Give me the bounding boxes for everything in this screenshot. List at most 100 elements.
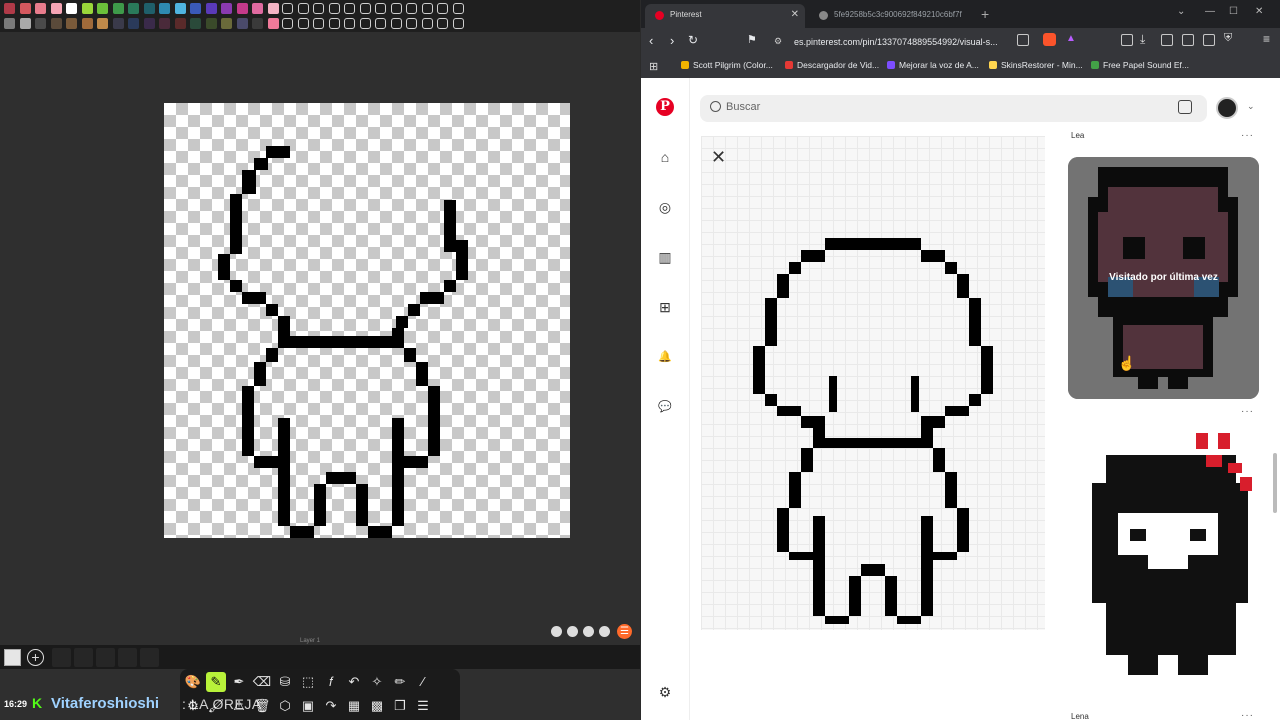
empty-swatch[interactable] bbox=[390, 3, 402, 14]
empty-swatch[interactable] bbox=[375, 18, 386, 29]
palette-swatch[interactable] bbox=[19, 3, 31, 14]
create-icon[interactable]: ⊞ bbox=[656, 298, 674, 316]
bookmark-item[interactable]: Scott Pilgrim (Color... bbox=[681, 60, 773, 70]
bookmark-item[interactable]: SkinsRestorer - Min... bbox=[989, 60, 1083, 70]
palette-swatch[interactable] bbox=[174, 18, 186, 29]
pin-card[interactable] bbox=[1068, 433, 1259, 705]
empty-swatch[interactable] bbox=[282, 18, 293, 29]
empty-swatch[interactable] bbox=[406, 3, 417, 14]
empty-swatch[interactable] bbox=[282, 3, 293, 14]
redo-icon[interactable]: ↷ bbox=[321, 696, 341, 716]
maximize-icon[interactable]: ☐ bbox=[1229, 6, 1238, 17]
palette-swatch[interactable] bbox=[35, 3, 46, 14]
layer-slot[interactable] bbox=[96, 648, 115, 667]
boards-icon[interactable]: ▥ bbox=[656, 248, 674, 266]
eraser-icon[interactable]: ⌫ bbox=[252, 672, 272, 692]
palette-swatch[interactable] bbox=[252, 18, 263, 29]
close-icon[interactable]: ✕ bbox=[711, 147, 726, 168]
pin-card[interactable]: Visitado por última vez ☝ bbox=[1068, 157, 1259, 399]
vpn-icon[interactable]: ⛨ bbox=[1224, 32, 1232, 45]
pinterest-logo-icon[interactable]: P bbox=[656, 98, 674, 116]
search-bar[interactable]: Buscar bbox=[700, 95, 1207, 122]
empty-swatch[interactable] bbox=[313, 18, 324, 29]
empty-swatch[interactable] bbox=[344, 18, 355, 29]
empty-swatch[interactable] bbox=[359, 18, 371, 29]
drawing-canvas[interactable] bbox=[164, 103, 570, 538]
empty-swatch[interactable] bbox=[313, 3, 324, 14]
bookmark-icon[interactable]: ⚑ bbox=[747, 33, 757, 46]
palette-swatch[interactable] bbox=[50, 3, 62, 14]
palette-swatch[interactable] bbox=[66, 18, 77, 29]
palette-swatch[interactable] bbox=[221, 18, 232, 29]
palette-swatch[interactable] bbox=[19, 18, 31, 29]
menu-icon[interactable]: ☰ bbox=[413, 696, 433, 716]
empty-swatch[interactable] bbox=[421, 3, 433, 14]
empty-swatch[interactable] bbox=[328, 3, 340, 14]
reload-icon[interactable]: ↻ bbox=[688, 33, 698, 47]
palette-swatch[interactable] bbox=[190, 18, 201, 29]
palette-swatch[interactable] bbox=[97, 18, 108, 29]
layer-thumbnail[interactable] bbox=[4, 649, 21, 666]
wand-icon[interactable]: ✧ bbox=[367, 672, 387, 692]
empty-swatch[interactable] bbox=[375, 3, 386, 14]
more-options-icon[interactable]: ··· bbox=[1241, 130, 1254, 141]
empty-swatch[interactable] bbox=[452, 18, 464, 29]
empty-swatch[interactable] bbox=[344, 3, 355, 14]
palette-swatch[interactable] bbox=[252, 3, 263, 14]
layer-slot[interactable] bbox=[118, 648, 137, 667]
brave-shield-icon[interactable] bbox=[1043, 33, 1056, 46]
palette-icon[interactable]: 🎨 bbox=[183, 672, 203, 692]
new-tab-icon[interactable]: + bbox=[981, 6, 989, 22]
home-icon[interactable]: ⌂ bbox=[656, 148, 674, 166]
tab-pinterest[interactable]: Pinterest ✕ bbox=[645, 4, 805, 28]
more-options-icon[interactable]: ··· bbox=[1241, 710, 1254, 720]
layer-slot[interactable] bbox=[52, 648, 71, 667]
bookmark-item[interactable]: Mejorar la voz de A... bbox=[887, 60, 979, 70]
select-icon[interactable]: ⬚ bbox=[298, 672, 318, 692]
menu-icon[interactable]: ☰ bbox=[617, 624, 632, 639]
more-options-icon[interactable]: ··· bbox=[1241, 406, 1254, 417]
empty-swatch[interactable] bbox=[390, 18, 402, 29]
hexagon-icon[interactable]: ⬡ bbox=[275, 696, 295, 716]
notifications-icon[interactable]: 🔔 bbox=[656, 348, 674, 366]
palette-swatch[interactable] bbox=[267, 18, 279, 29]
scrollbar[interactable] bbox=[1273, 453, 1277, 513]
tab-image[interactable]: 5fe9258b5c3c900692f849210c6bf7f bbox=[809, 4, 974, 28]
palette-swatch[interactable] bbox=[97, 3, 108, 14]
card-author[interactable]: Lena bbox=[1071, 712, 1089, 720]
download-icon[interactable]: ⤓ bbox=[1140, 32, 1145, 47]
layer-slot[interactable] bbox=[74, 648, 93, 667]
palette-swatch[interactable] bbox=[128, 3, 139, 14]
palette-swatch[interactable] bbox=[112, 18, 124, 29]
empty-swatch[interactable] bbox=[421, 18, 433, 29]
bucket-icon[interactable]: ⛁ bbox=[275, 672, 295, 692]
avatar[interactable] bbox=[1216, 97, 1238, 119]
palette-swatch[interactable] bbox=[66, 3, 77, 14]
palette-swatch[interactable] bbox=[81, 18, 93, 29]
palette-swatch[interactable] bbox=[4, 3, 15, 14]
palette-swatch[interactable] bbox=[143, 18, 155, 29]
palette-swatch[interactable] bbox=[205, 3, 217, 14]
empty-swatch[interactable] bbox=[297, 18, 309, 29]
grid-icon[interactable]: ▩ bbox=[367, 696, 387, 716]
palette-swatch[interactable] bbox=[4, 18, 15, 29]
palette-swatch[interactable] bbox=[128, 18, 139, 29]
palette-swatch[interactable] bbox=[174, 3, 186, 14]
bookmark-item[interactable]: Free Papel Sound Ef... bbox=[1091, 60, 1189, 70]
settings-icon[interactable]: ⚙ bbox=[656, 683, 674, 701]
explore-icon[interactable]: ◎ bbox=[656, 198, 674, 216]
settings-icon[interactable] bbox=[567, 626, 578, 637]
palette-swatch[interactable] bbox=[236, 18, 248, 29]
palette-swatch[interactable] bbox=[50, 18, 62, 29]
rewards-icon[interactable]: ▲ bbox=[1066, 33, 1076, 44]
empty-swatch[interactable] bbox=[437, 3, 448, 14]
empty-swatch[interactable] bbox=[437, 18, 448, 29]
palette-swatch[interactable] bbox=[159, 3, 170, 14]
site-info-icon[interactable]: ⚙ bbox=[774, 36, 782, 47]
bookmark-item[interactable]: Descargador de Vid... bbox=[785, 60, 879, 70]
filter-icon[interactable]: ▦ bbox=[344, 696, 364, 716]
close-tab-icon[interactable]: ✕ bbox=[791, 9, 799, 20]
back-icon[interactable]: ‹ bbox=[649, 33, 653, 48]
palette-swatch[interactable] bbox=[112, 3, 124, 14]
apps-grid-icon[interactable]: ⊞ bbox=[649, 60, 658, 73]
